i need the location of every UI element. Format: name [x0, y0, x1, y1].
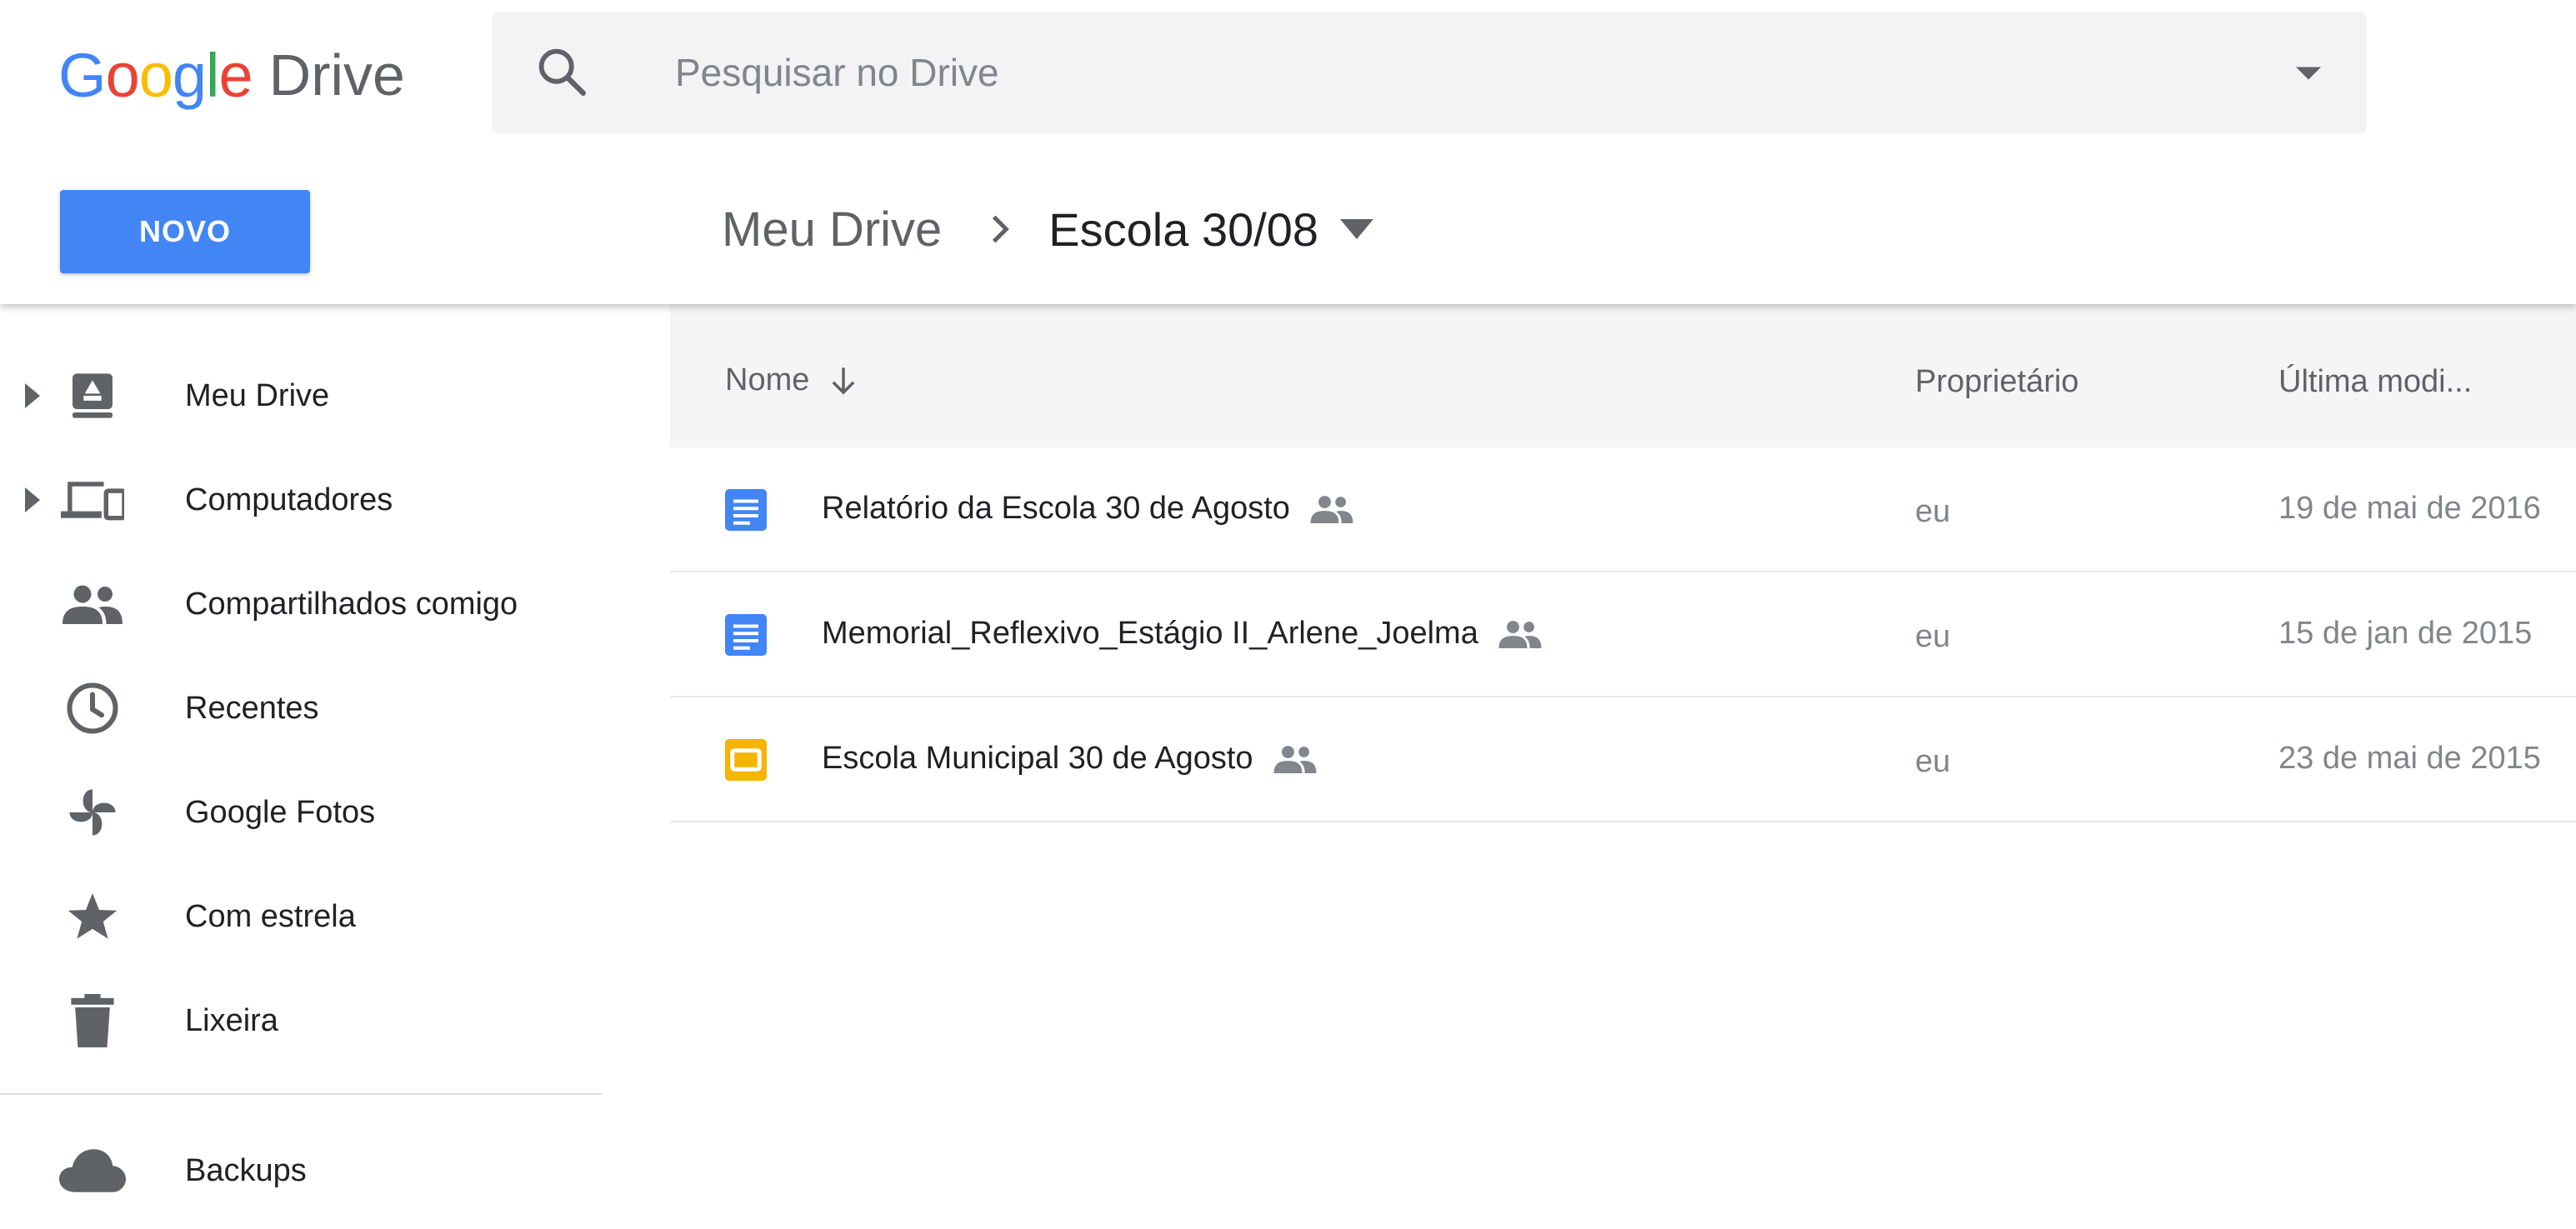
logo-letter: e — [218, 40, 253, 110]
file-name[interactable]: Relatório da Escola 30 de Agosto — [822, 491, 1353, 527]
file-list-panel: Nome Proprietário Última modi... Relatór… — [670, 304, 2576, 1229]
file-name-text: Memorial_Reflexivo_Estágio II_Arlene_Joe… — [822, 616, 1478, 651]
logo-letter: o — [105, 40, 140, 110]
app-header: Google Drive NOVO Meu Drive Escola 30/08 — [0, 0, 2576, 304]
search-bar[interactable] — [492, 12, 2367, 133]
sidebar-item-starred[interactable]: Com estrela — [0, 871, 600, 962]
sidebar-item-label: Recentes — [185, 690, 319, 726]
column-header-label: Nome — [725, 362, 810, 397]
expand-arrow-icon[interactable] — [23, 383, 42, 408]
logo-letter: G — [58, 40, 107, 110]
shared-people-icon — [1273, 745, 1317, 773]
sidebar-item-label: Compartilhados comigo — [185, 586, 518, 622]
my-drive-icon — [58, 362, 127, 430]
sidebar-item-label: Lixeira — [185, 1002, 278, 1038]
breadcrumb-root[interactable]: Meu Drive — [722, 202, 942, 257]
sidebar-divider — [0, 1093, 602, 1095]
column-header-modified[interactable]: Última modi... — [2278, 364, 2472, 400]
caret-down-icon[interactable] — [1340, 217, 1374, 242]
column-header-name[interactable]: Nome — [725, 362, 861, 398]
product-name: Drive — [268, 42, 405, 107]
google-wordmark: Google — [58, 40, 253, 111]
trash-icon — [58, 987, 127, 1055]
arrow-down-icon[interactable] — [826, 363, 861, 398]
file-modified: 19 de mai de 2016 — [2278, 491, 2541, 526]
shared-people-icon — [1310, 495, 1353, 523]
file-owner: eu — [1915, 744, 1951, 779]
file-owner: eu — [1915, 494, 1951, 529]
file-name-text: Relatório da Escola 30 de Agosto — [822, 491, 1290, 526]
breadcrumb-current-folder[interactable]: Escola 30/08 — [1048, 202, 1318, 257]
sidebar-item-label: Google Fotos — [185, 794, 376, 830]
shared-with-me-icon — [58, 570, 127, 638]
cloud-icon — [58, 1137, 127, 1205]
file-name-text: Escola Municipal 30 de Agosto — [822, 741, 1253, 776]
new-button[interactable]: NOVO — [60, 190, 310, 273]
table-row[interactable]: Relatório da Escola 30 de Agosto eu 19 d… — [670, 447, 2576, 572]
sidebar-item-google-photos[interactable]: Google Fotos — [0, 767, 600, 858]
sidebar-item-my-drive[interactable]: Meu Drive — [0, 350, 600, 442]
computers-icon — [58, 466, 127, 534]
logo-letter: g — [172, 40, 207, 110]
sidebar-item-label: Backups — [185, 1152, 307, 1188]
sidebar-item-label: Com estrela — [185, 898, 356, 934]
sidebar-item-recent[interactable]: Recentes — [0, 662, 600, 754]
shared-people-icon — [1498, 620, 1542, 648]
sidebar-item-label: Computadores — [185, 482, 393, 517]
file-modified: 15 de jan de 2015 — [2278, 616, 2533, 651]
expand-arrow-icon[interactable] — [23, 487, 42, 512]
caret-down-icon — [2296, 67, 2321, 80]
table-row[interactable]: Memorial_Reflexivo_Estágio II_Arlene_Joe… — [670, 572, 2576, 697]
list-header: Nome Proprietário Última modi... — [670, 304, 2576, 447]
sidebar: Meu Drive Computadores Compartilhados co… — [0, 304, 670, 1229]
column-header-owner[interactable]: Proprietário — [1915, 364, 2078, 400]
photos-pinwheel-icon — [58, 778, 127, 847]
table-row[interactable]: Escola Municipal 30 de Agosto eu 23 de m… — [670, 697, 2576, 822]
google-docs-icon — [725, 489, 767, 531]
chevron-right-icon — [993, 215, 1010, 243]
clock-icon — [58, 674, 127, 742]
logo-letter: o — [138, 40, 173, 110]
sidebar-item-shared-with-me[interactable]: Compartilhados comigo — [0, 558, 600, 650]
sidebar-item-label: Meu Drive — [185, 377, 330, 413]
breadcrumb: Meu Drive Escola 30/08 — [722, 187, 1374, 271]
file-owner: eu — [1915, 619, 1951, 654]
google-docs-icon — [725, 614, 767, 656]
search-options-button[interactable] — [2283, 55, 2333, 92]
star-icon — [58, 882, 127, 951]
google-drive-logo[interactable]: Google Drive — [58, 33, 405, 117]
file-name[interactable]: Escola Municipal 30 de Agosto — [822, 741, 1317, 777]
search-input[interactable] — [673, 37, 2090, 108]
file-rows: Relatório da Escola 30 de Agosto eu 19 d… — [670, 447, 2576, 1229]
google-slides-icon — [725, 739, 767, 781]
sidebar-item-backups[interactable]: Backups — [0, 1125, 600, 1217]
sidebar-item-trash[interactable]: Lixeira — [0, 975, 600, 1067]
file-name[interactable]: Memorial_Reflexivo_Estágio II_Arlene_Joe… — [822, 616, 1542, 652]
search-icon[interactable] — [533, 43, 592, 102]
logo-letter: l — [206, 40, 219, 110]
file-modified: 23 de mai de 2015 — [2278, 741, 2541, 776]
sidebar-item-computers[interactable]: Computadores — [0, 454, 600, 546]
